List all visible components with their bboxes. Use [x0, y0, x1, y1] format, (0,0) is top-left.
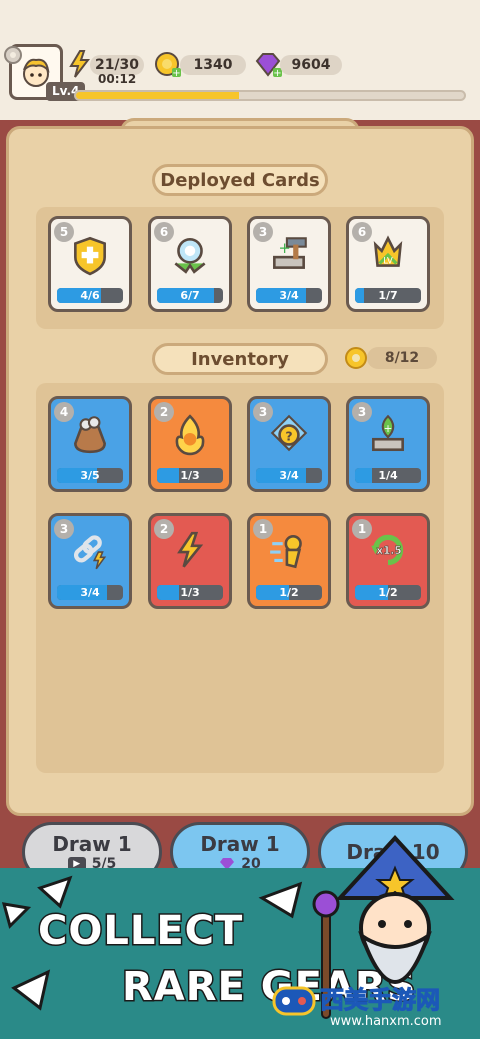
deployed-card[interactable]: LV 6 1/7 — [346, 216, 430, 312]
card-level-badge: 4 — [54, 402, 74, 422]
coin-bag-icon — [74, 416, 106, 454]
hammer-anvil-icon: + — [273, 237, 307, 269]
energy-timer: 00:12 — [98, 72, 137, 86]
inventory-card[interactable]: x1.5 1 1/2 — [346, 513, 430, 609]
card-progress-text: 4/6 — [80, 289, 100, 302]
card-progress-text: 3/4 — [279, 289, 299, 302]
inventory-title: Inventory — [152, 343, 328, 375]
lightning-icon — [177, 531, 204, 568]
card-progress-text: 3/4 — [80, 586, 100, 599]
gold-value: 1340 — [180, 55, 246, 75]
inventory-card[interactable]: 1 1/2 — [247, 513, 331, 609]
card-level-badge: 3 — [54, 519, 74, 539]
speed-multiplier-label: x1.5 — [376, 545, 401, 557]
watermark-url: www.hanxm.com — [330, 1014, 442, 1029]
card-progress-text: 1/2 — [378, 586, 398, 599]
card-level-badge: 1 — [253, 519, 273, 539]
card-progress-bar: 1/2 — [355, 585, 421, 600]
deployed-card[interactable]: 6 6/7 — [148, 216, 232, 312]
card-progress-text: 1/4 — [378, 469, 398, 482]
card-level-badge: 3 — [253, 402, 273, 422]
xp-bar — [74, 90, 466, 101]
gem-value: 9604 — [280, 55, 342, 75]
anvil-upgrade-icon: + — [372, 414, 404, 452]
fire-hero-icon — [175, 414, 205, 456]
inventory-capacity: 8/12 — [367, 347, 437, 369]
xp-bar-fill — [76, 92, 239, 99]
card-progress-text: 1/3 — [180, 469, 200, 482]
svg-text:+: + — [384, 423, 393, 435]
capacity-gear-icon — [345, 347, 367, 369]
settings-gear-icon[interactable] — [2, 44, 24, 66]
card-level-badge: 2 — [154, 519, 174, 539]
chain-bolt-icon — [73, 535, 107, 570]
card-progress-text: 1/3 — [180, 586, 200, 599]
card-progress-bar: 1/2 — [256, 585, 322, 600]
card-progress-text: 6/7 — [180, 289, 200, 302]
gold-coin-icon: + — [155, 52, 181, 79]
inventory-card[interactable]: 3 3/4 — [48, 513, 132, 609]
card-progress-text: 3/4 — [279, 469, 299, 482]
card-progress-bar: 1/3 — [157, 585, 223, 600]
svg-text:?: ? — [285, 428, 292, 443]
svg-text:+: + — [279, 240, 291, 257]
speed-x1.5-icon: x1.5 — [371, 534, 404, 566]
card-progress-bar: 3/4 — [256, 468, 322, 483]
card-level-badge: 1 — [352, 519, 372, 539]
card-level-badge: 5 — [54, 222, 74, 242]
inventory-card[interactable]: +3 1/4 — [346, 396, 430, 492]
inventory-card[interactable]: ? 3 3/4 — [247, 396, 331, 492]
card-progress-bar: 3/4 — [57, 585, 123, 600]
card-progress-bar: 1/3 — [157, 468, 223, 483]
mystery-hero-icon: ? — [270, 414, 308, 452]
shield-plus-icon — [74, 236, 106, 276]
svg-text:LV: LV — [383, 255, 393, 265]
promo-banner: COLLECT RARE GEARS 西美手游网 www.hanxm.com — [0, 835, 480, 1039]
card-level-badge: 6 — [154, 222, 174, 242]
deployed-card[interactable]: +3 3/4 — [247, 216, 331, 312]
card-progress-bar: 1/7 — [355, 288, 421, 303]
deployed-title: Deployed Cards — [152, 164, 328, 196]
card-progress-bar: 3/5 — [57, 468, 123, 483]
promo-line1: COLLECT — [36, 907, 244, 956]
card-progress-bar: 3/4 — [256, 288, 322, 303]
dash-hero-icon — [270, 535, 302, 569]
deployed-card[interactable]: 5 4/6 — [48, 216, 132, 312]
watermark-text: 西美手游网 — [320, 986, 441, 1015]
draw1-ad-label: Draw 1 — [52, 832, 132, 856]
card-progress-text: 3/5 — [80, 469, 100, 482]
gem-icon: + — [255, 53, 282, 79]
gear-wreath-icon — [174, 238, 206, 274]
inventory-card[interactable]: 2 1/3 — [148, 513, 232, 609]
watermark-gamepad-icon — [272, 986, 316, 1016]
card-progress-text: 1/7 — [378, 289, 398, 302]
card-progress-bar: 6/7 — [157, 288, 223, 303]
card-progress-bar: 4/6 — [57, 288, 123, 303]
card-level-badge: 2 — [154, 402, 174, 422]
draw1-gem-label: Draw 1 — [200, 832, 280, 856]
card-progress-bar: 1/4 — [355, 468, 421, 483]
top-bar: Lv.4 21/30 00:12 + 1340 + 9604 — [0, 0, 480, 120]
hero-level-up-icon: LV — [373, 235, 403, 267]
svg-text:+: + — [172, 68, 180, 79]
card-progress-text: 1/2 — [279, 586, 299, 599]
inventory-card[interactable]: 2 1/3 — [148, 396, 232, 492]
card-level-badge: 6 — [352, 222, 372, 242]
inventory-card[interactable]: 4 3/5 — [48, 396, 132, 492]
card-level-badge: 3 — [352, 402, 372, 422]
card-level-badge: 3 — [253, 222, 273, 242]
